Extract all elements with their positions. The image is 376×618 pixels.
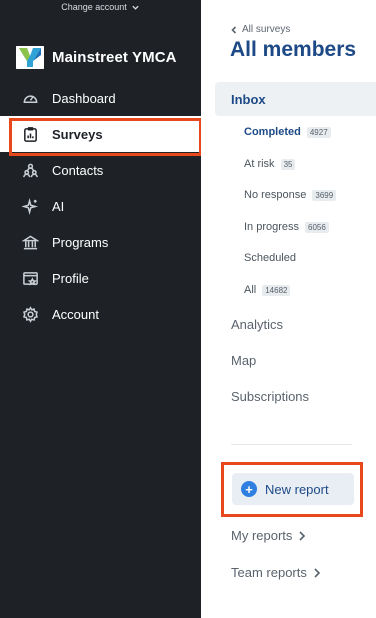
sidebar-item-label: Contacts (52, 162, 104, 178)
sparkle-icon (21, 197, 39, 215)
nav-subscriptions[interactable]: Subscriptions (231, 389, 309, 404)
tab-inbox[interactable]: Inbox (215, 82, 376, 116)
count-badge: 6056 (305, 221, 329, 233)
sidebar-nav: Dashboard Surveys Contacts AI Programs P… (0, 80, 202, 332)
back-link-all-surveys[interactable]: All surveys (230, 24, 290, 35)
back-link-label: All surveys (242, 24, 291, 35)
nav-map[interactable]: Map (231, 353, 256, 368)
nav-my-reports[interactable]: My reports (231, 528, 306, 543)
org-name: Mainstreet YMCA (52, 49, 177, 66)
ymca-logo-icon (16, 46, 44, 69)
chevron-right-icon (299, 530, 306, 541)
sidebar-item-surveys[interactable]: Surveys (0, 116, 202, 156)
people-icon (21, 161, 39, 179)
sidebar-item-contacts[interactable]: Contacts (0, 152, 201, 188)
new-report-button[interactable]: + New report (232, 473, 354, 505)
count-badge: 14682 (262, 284, 291, 296)
filter-label: Scheduled (244, 252, 296, 264)
sidebar-item-ai[interactable]: AI (0, 188, 201, 224)
org-header[interactable]: Mainstreet YMCA (16, 46, 177, 69)
count-badge: 35 (280, 158, 296, 170)
clipboard-chart-icon (21, 125, 39, 143)
my-reports-label: My reports (231, 528, 293, 543)
sidebar-item-account[interactable]: Account (0, 296, 201, 332)
chevron-left-icon (231, 25, 237, 34)
page-title: All members (230, 38, 357, 61)
chevron-down-icon (132, 5, 139, 10)
divider (231, 444, 352, 445)
filter-all[interactable]: All 14682 (244, 284, 291, 296)
team-reports-label: Team reports (231, 565, 307, 580)
filter-in-progress[interactable]: In progress 6056 (244, 221, 329, 233)
sidebar-item-dashboard[interactable]: Dashboard (0, 80, 201, 116)
building-icon (21, 233, 39, 251)
filter-label: All (244, 284, 257, 296)
filter-no-response[interactable]: No response 3699 (244, 189, 337, 201)
gauge-icon (21, 89, 39, 107)
sidebar-item-label: Dashboard (52, 90, 116, 106)
chevron-right-icon (314, 567, 321, 578)
filter-completed[interactable]: Completed 4927 (244, 126, 331, 138)
count-badge: 3699 (312, 189, 337, 201)
plus-icon: + (241, 481, 257, 497)
sidebar-item-label: Programs (52, 234, 109, 250)
new-report-label: New report (265, 481, 329, 497)
sidebar-item-label: Profile (52, 270, 89, 286)
gear-icon (21, 305, 39, 323)
count-badge: 4927 (306, 126, 331, 138)
filter-label: In progress (244, 221, 300, 233)
filter-label: Completed (244, 126, 301, 138)
change-account-label: Change account (61, 2, 127, 12)
sidebar: Change account Mainstreet YMCA Dashboard… (0, 0, 202, 618)
sidebar-item-label: Surveys (52, 126, 103, 142)
new-report-highlight: + New report (221, 462, 363, 517)
sidebar-item-label: Account (52, 306, 99, 322)
sidebar-item-programs[interactable]: Programs (0, 224, 201, 260)
filter-label: No response (244, 189, 307, 201)
nav-team-reports[interactable]: Team reports (231, 565, 321, 580)
profile-card-icon (21, 269, 39, 287)
filter-scheduled[interactable]: Scheduled (244, 252, 296, 264)
filter-label: At risk (244, 158, 275, 170)
sidebar-item-profile[interactable]: Profile (0, 260, 201, 296)
sidebar-item-label: AI (52, 198, 65, 214)
nav-analytics[interactable]: Analytics (231, 317, 283, 332)
survey-panel: All surveys All members Inbox Completed … (201, 0, 376, 618)
filter-at-risk[interactable]: At risk 35 (244, 158, 296, 170)
change-account-button[interactable]: Change account (0, 0, 201, 14)
